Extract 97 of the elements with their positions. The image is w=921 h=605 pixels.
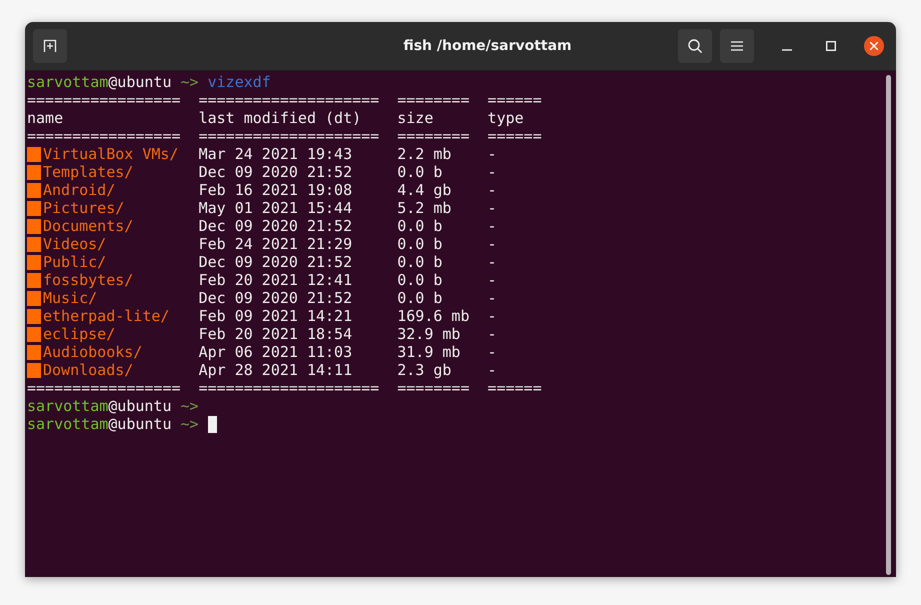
modified-date: Feb 20 2021 12:41 (198, 271, 354, 289)
search-icon (687, 38, 703, 54)
file-size: 32.9 mb (397, 325, 462, 343)
folder-name: Downloads/ (43, 361, 134, 379)
separator-rule: ================= (27, 379, 182, 397)
file-type: - (488, 253, 498, 271)
file-size: 0.0 b (397, 217, 444, 235)
separator-rule: ====== (488, 91, 543, 109)
menu-icon (731, 41, 743, 51)
file-size: 0.0 b (397, 271, 444, 289)
close-button[interactable] (864, 36, 884, 56)
modified-date: Feb 16 2021 19:08 (198, 181, 354, 199)
separator-rule: ======== (397, 91, 470, 109)
close-icon (870, 42, 878, 50)
file-size: 0.0 b (397, 235, 444, 253)
column-header: size (397, 109, 434, 127)
file-size: 0.0 b (397, 289, 444, 307)
file-type: - (488, 199, 498, 217)
file-size: 169.6 mb (397, 307, 470, 325)
folder-name: eclipse/ (43, 325, 116, 343)
file-type: - (488, 217, 498, 235)
file-size: 2.2 mb (397, 145, 452, 163)
folder-name: Pictures/ (43, 199, 124, 217)
column-header: name (27, 109, 64, 127)
modified-date: May 01 2021 15:44 (198, 199, 354, 217)
modified-date: Apr 28 2021 14:11 (198, 361, 354, 379)
minimize-icon (782, 49, 792, 51)
folder-icon (27, 146, 41, 162)
modified-date: Mar 24 2021 19:43 (198, 145, 354, 163)
file-size: 0.0 b (397, 253, 444, 271)
separator-rule: ================= (27, 91, 182, 109)
file-size: 0.0 b (397, 163, 444, 181)
modified-date: Dec 09 2020 21:52 (198, 163, 354, 181)
new-tab-button[interactable] (33, 29, 67, 63)
folder-icon (27, 218, 41, 234)
prompt-text: sarvottam@ubuntu ~> (27, 397, 199, 415)
file-type: - (488, 325, 498, 343)
folder-name: etherpad-lite/ (43, 307, 170, 325)
separator-rule: ==================== (198, 127, 380, 145)
window-title: fish /home/sarvottam (402, 38, 573, 54)
modified-date: Apr 06 2021 11:03 (198, 343, 354, 361)
file-size: 4.4 gb (397, 181, 452, 199)
file-type: - (488, 307, 498, 325)
folder-icon (27, 272, 41, 288)
separator-rule: ====== (488, 379, 543, 397)
separator-rule: ==================== (198, 91, 380, 109)
separator-rule: ======== (397, 127, 470, 145)
modified-date: Feb 09 2021 14:21 (198, 307, 354, 325)
folder-icon (27, 164, 41, 180)
file-type: - (488, 361, 498, 379)
folder-icon (27, 254, 41, 270)
file-type: - (488, 271, 498, 289)
separator-rule: ======== (397, 379, 470, 397)
folder-icon (27, 344, 41, 360)
folder-name: Templates/ (43, 163, 134, 181)
folder-name: Public/ (43, 253, 106, 271)
file-size: 2.3 gb (397, 361, 452, 379)
folder-name: fossbytes/ (43, 271, 134, 289)
folder-name: Android/ (43, 181, 116, 199)
folder-name: Audiobooks/ (43, 343, 142, 361)
folder-icon (27, 290, 41, 306)
file-size: 31.9 mb (397, 343, 462, 361)
separator-rule: ================= (27, 127, 182, 145)
scrollbar[interactable] (886, 75, 891, 575)
column-header: type (488, 109, 525, 127)
file-type: - (488, 145, 498, 163)
folder-icon (27, 200, 41, 216)
prompt-text: sarvottam@ubuntu ~> (27, 415, 199, 433)
maximize-icon (826, 41, 836, 51)
search-button[interactable] (678, 29, 712, 63)
folder-icon (27, 182, 41, 198)
file-type: - (488, 289, 498, 307)
file-type: - (488, 163, 498, 181)
file-type: - (488, 235, 498, 253)
modified-date: Dec 09 2020 21:52 (198, 289, 354, 307)
prompt-text: sarvottam@ubuntu ~> (27, 73, 199, 91)
folder-icon (27, 308, 41, 324)
file-type: - (488, 181, 498, 199)
folder-name: Documents/ (43, 217, 134, 235)
new-tab-icon (43, 39, 57, 53)
separator-rule: ====== (488, 127, 543, 145)
folder-icon (27, 326, 41, 342)
modified-date: Dec 09 2020 21:52 (198, 217, 354, 235)
folder-name: Videos/ (43, 235, 106, 253)
menu-button[interactable] (720, 29, 754, 63)
folder-icon (27, 236, 41, 252)
modified-date: Feb 20 2021 18:54 (198, 325, 354, 343)
command-text: vizexdf (208, 73, 271, 91)
folder-name: Music/ (43, 289, 98, 307)
column-header: last modified (dt) (198, 109, 362, 127)
separator-rule: ==================== (198, 379, 380, 397)
modified-date: Dec 09 2020 21:52 (198, 253, 354, 271)
folder-name: VirtualBox VMs/ (43, 145, 178, 163)
file-type: - (488, 343, 498, 361)
modified-date: Feb 24 2021 21:29 (198, 235, 354, 253)
file-size: 5.2 mb (397, 199, 452, 217)
folder-icon (27, 362, 41, 378)
